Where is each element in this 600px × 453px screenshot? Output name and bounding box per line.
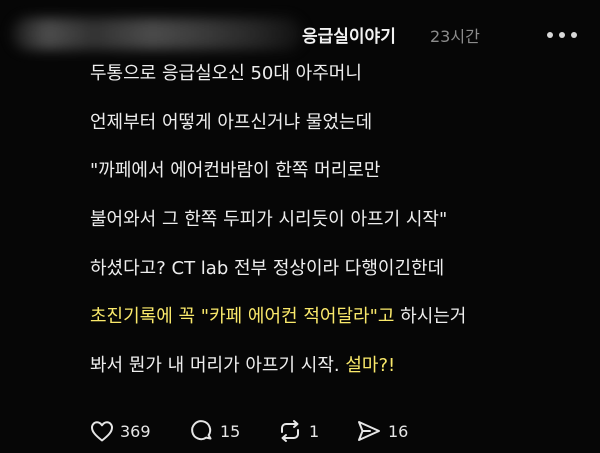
like-count: 369 <box>120 421 151 441</box>
send-icon <box>358 421 380 441</box>
repost-arrows-icon <box>281 420 299 442</box>
more-horizontal-icon[interactable] <box>546 31 578 39</box>
heart-icon <box>91 421 113 442</box>
post-body-line: 하셨다고? CT lab 전부 정상이라 다행이긴한데 <box>90 257 590 306</box>
post-body-line: 초진기록에 꼭 "카페 에어컨 적어달라"고 하시는거 <box>90 305 590 354</box>
comment-button[interactable]: 15 <box>190 416 240 446</box>
body-text-segment: 하시는거 <box>394 306 467 328</box>
body-text-segment: 봐서 뭔가 내 머리가 아프기 시작. <box>90 355 346 377</box>
highlighted-text: 설마?! <box>345 355 396 377</box>
post-body-line: 언제부터 어떻게 아프신거냐 물었는데 <box>90 111 590 160</box>
blurred-author-area <box>12 18 302 50</box>
post-header: 응급실이야기 23시간 <box>0 0 600 62</box>
body-text-segment: "까페에서 에어컨바람이 한쪽 머리로만 <box>90 160 381 182</box>
body-text-segment: 하셨다고? CT lab 전부 정상이라 다행이긴한데 <box>90 257 445 279</box>
comment-count: 15 <box>220 421 241 441</box>
body-text-segment: 불어와서 그 한쪽 두피가 시리듯이 아프기 시작" <box>90 209 448 231</box>
comment-bubble-icon <box>191 420 212 441</box>
author-username[interactable]: 응급실이야기 <box>302 22 396 47</box>
body-text-segment: 언제부터 어떻게 아프신거냐 물었는데 <box>90 111 373 133</box>
post-body-line: 불어와서 그 한쪽 두피가 시리듯이 아프기 시작" <box>90 208 590 257</box>
highlighted-text: 초진기록에 꼭 "카페 에어컨 적어달라"고 <box>90 306 395 328</box>
post-body-line: "까페에서 에어컨바람이 한쪽 머리로만 <box>90 159 590 208</box>
post-timestamp: 23시간 <box>430 27 480 46</box>
post-actions: 369 15 1 16 <box>90 416 510 446</box>
share-count: 16 <box>388 421 409 441</box>
post-body-line: 두통으로 응급실오신 50대 아주머니 <box>90 62 590 111</box>
share-button[interactable]: 16 <box>356 416 408 446</box>
like-button[interactable]: 369 <box>90 416 151 446</box>
repost-button[interactable]: 1 <box>277 416 319 446</box>
post-body: 두통으로 응급실오신 50대 아주머니언제부터 어떻게 아프신거냐 물었는데 "까… <box>90 60 590 403</box>
body-text-segment: 두통으로 응급실오신 50대 아주머니 <box>90 63 362 84</box>
post-body-line: 봐서 뭔가 내 머리가 아프기 시작. 설마?! <box>90 354 590 403</box>
repost-count: 1 <box>309 421 320 441</box>
